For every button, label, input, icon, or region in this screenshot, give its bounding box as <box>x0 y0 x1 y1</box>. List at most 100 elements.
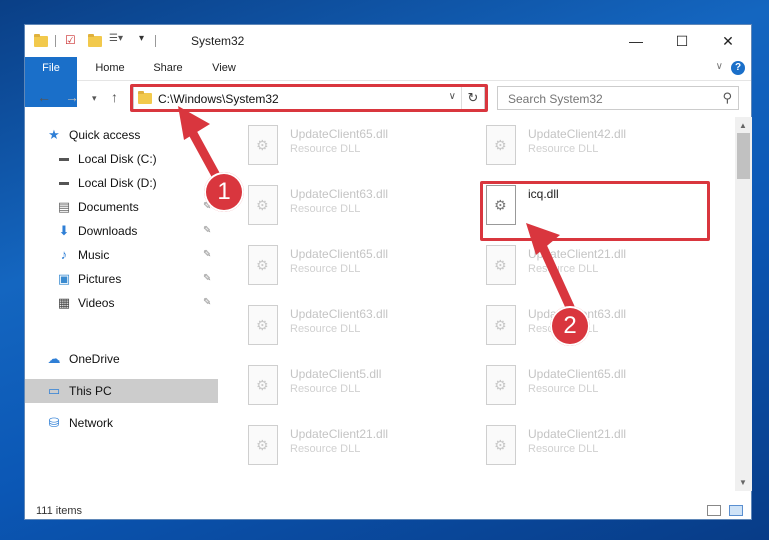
tab-share[interactable]: Share <box>145 57 191 80</box>
close-button[interactable]: ✕ <box>705 25 751 57</box>
help-button[interactable]: ? <box>731 61 745 75</box>
up-arrow-icon[interactable]: ↑ <box>111 89 118 105</box>
vertical-scrollbar[interactable]: ▲ ▼ <box>735 117 752 491</box>
scroll-up-icon[interactable]: ▲ <box>739 121 747 130</box>
file-name: UpdateClient65.dll <box>290 127 389 141</box>
tab-view[interactable]: View <box>201 57 247 80</box>
pin-icon[interactable]: ✎ <box>203 273 211 284</box>
file-type: Resource DLL <box>290 203 361 215</box>
ribbon-tabs: File Home Share View ∨ ? <box>25 57 751 107</box>
file-name: UpdateClient63.dll <box>290 307 389 321</box>
back-arrow-icon[interactable]: ← <box>37 89 51 105</box>
list-item[interactable]: UpdateClient63.dll Resource DLL <box>244 301 464 351</box>
properties-icon[interactable]: ☑ <box>65 33 79 49</box>
document-icon: ▤ <box>57 199 71 214</box>
folder-icon[interactable] <box>33 33 49 49</box>
dll-file-icon <box>486 305 516 345</box>
forward-arrow-icon[interactable]: → <box>65 89 79 105</box>
sidebar-item-pictures[interactable]: ▣ Pictures ✎ <box>25 267 218 291</box>
scrollbar-thumb[interactable] <box>737 133 750 179</box>
list-item[interactable]: UpdateClient21.dll Resource DLL <box>482 421 702 471</box>
large-icons-view-icon[interactable] <box>729 505 743 516</box>
item-count: 111 items <box>36 505 83 517</box>
title-bar: ☑ ☰▾ ▾ System32 — ☐ ✕ <box>25 25 751 57</box>
list-item[interactable]: UpdateClient63.dll Resource DLL <box>244 181 464 231</box>
dll-file-icon <box>486 365 516 405</box>
file-name: UpdateClient65.dll <box>290 247 389 261</box>
status-bar: 111 items <box>25 501 751 521</box>
chevron-down-icon[interactable]: ▾ <box>139 33 149 49</box>
drive-icon: ▬ <box>59 153 69 164</box>
file-type: Resource DLL <box>290 443 361 455</box>
search-box: ⚲ <box>497 86 739 110</box>
video-icon: ▦ <box>57 295 71 310</box>
new-folder-icon[interactable] <box>87 33 103 49</box>
sidebar-item-downloads[interactable]: ⬇ Downloads ✎ <box>25 219 218 243</box>
recent-locations-icon[interactable]: ▾ <box>92 93 97 104</box>
pin-icon[interactable]: ✎ <box>203 297 211 308</box>
window-title: System32 <box>191 34 245 48</box>
sidebar-item-network[interactable]: ⛁ Network <box>25 411 218 435</box>
dll-file-icon <box>248 305 278 345</box>
list-item[interactable]: UpdateClient42.dll Resource DLL <box>482 121 702 171</box>
file-type: Resource DLL <box>290 263 361 275</box>
list-item[interactable]: UpdateClient21.dll Resource DLL <box>244 421 464 471</box>
sidebar-item-videos[interactable]: ▦ Videos ✎ <box>25 291 218 315</box>
file-name: UpdateClient65.dll <box>528 367 627 381</box>
file-type: Resource DLL <box>528 143 599 155</box>
file-name: UpdateClient63.dll <box>290 187 389 201</box>
sidebar-item-music[interactable]: ♪ Music ✎ <box>25 243 218 267</box>
file-name: UpdateClient5.dll <box>290 367 382 381</box>
search-input[interactable] <box>506 91 710 107</box>
sidebar-item-label: Downloads <box>78 224 138 238</box>
dll-file-icon <box>248 185 278 225</box>
sidebar-item-label: This PC <box>69 384 112 398</box>
file-type: Resource DLL <box>528 443 599 455</box>
dll-file-icon <box>486 125 516 165</box>
file-list: UpdateClient65.dll Resource DLL UpdateCli… <box>244 117 733 491</box>
scroll-down-icon[interactable]: ▼ <box>739 478 747 487</box>
sidebar-item-label: Local Disk (D:) <box>78 176 157 190</box>
step-1-badge: 1 <box>204 172 244 212</box>
sidebar-item-this-pc[interactable]: ▭ This PC <box>25 379 218 403</box>
file-type: Resource DLL <box>290 383 361 395</box>
expand-ribbon-icon[interactable]: ∨ <box>716 61 723 72</box>
divider <box>55 35 56 47</box>
network-icon: ⛁ <box>48 415 60 430</box>
file-name: UpdateClient21.dll <box>290 427 389 441</box>
customize-toolbar-icon[interactable]: ☰▾ <box>109 33 135 49</box>
sidebar-item-label: Quick access <box>69 128 141 142</box>
details-view-icon[interactable] <box>707 505 721 516</box>
dll-file-icon <box>248 425 278 465</box>
list-item[interactable]: UpdateClient65.dll Resource DLL <box>482 361 702 411</box>
file-name: UpdateClient21.dll <box>528 427 627 441</box>
picture-icon: ▣ <box>57 271 71 286</box>
dll-file-icon <box>248 245 278 285</box>
dll-file-icon <box>248 125 278 165</box>
file-type: Resource DLL <box>290 323 361 335</box>
divider <box>155 35 156 47</box>
pin-icon[interactable]: ✎ <box>203 225 211 236</box>
tab-home[interactable]: Home <box>87 57 133 80</box>
sidebar-item-label: OneDrive <box>69 352 120 366</box>
pin-icon[interactable]: ✎ <box>203 249 211 260</box>
sidebar-item-label: Pictures <box>78 272 122 286</box>
maximize-button[interactable]: ☐ <box>659 25 705 57</box>
minimize-button[interactable]: — <box>613 25 659 57</box>
list-item[interactable]: UpdateClient5.dll Resource DLL <box>244 361 464 411</box>
sidebar-item-label: Music <box>78 248 110 262</box>
list-item[interactable]: UpdateClient65.dll Resource DLL <box>244 121 464 171</box>
sidebar-item-onedrive[interactable]: ☁ OneDrive <box>25 347 218 371</box>
step-2-badge: 2 <box>550 306 590 346</box>
computer-icon: ▭ <box>47 383 61 398</box>
sidebar-item-label: Network <box>69 416 114 430</box>
file-type: Resource DLL <box>290 143 361 155</box>
sidebar-item-label: Documents <box>78 200 139 214</box>
list-item[interactable]: UpdateClient65.dll Resource DLL <box>244 241 464 291</box>
sidebar-item-label: Local Disk (C:) <box>78 152 157 166</box>
file-type: Resource DLL <box>528 383 599 395</box>
search-icon[interactable]: ⚲ <box>722 90 732 106</box>
file-name: UpdateClient42.dll <box>528 127 627 141</box>
music-icon: ♪ <box>60 247 68 262</box>
drive-icon: ▬ <box>59 177 69 188</box>
